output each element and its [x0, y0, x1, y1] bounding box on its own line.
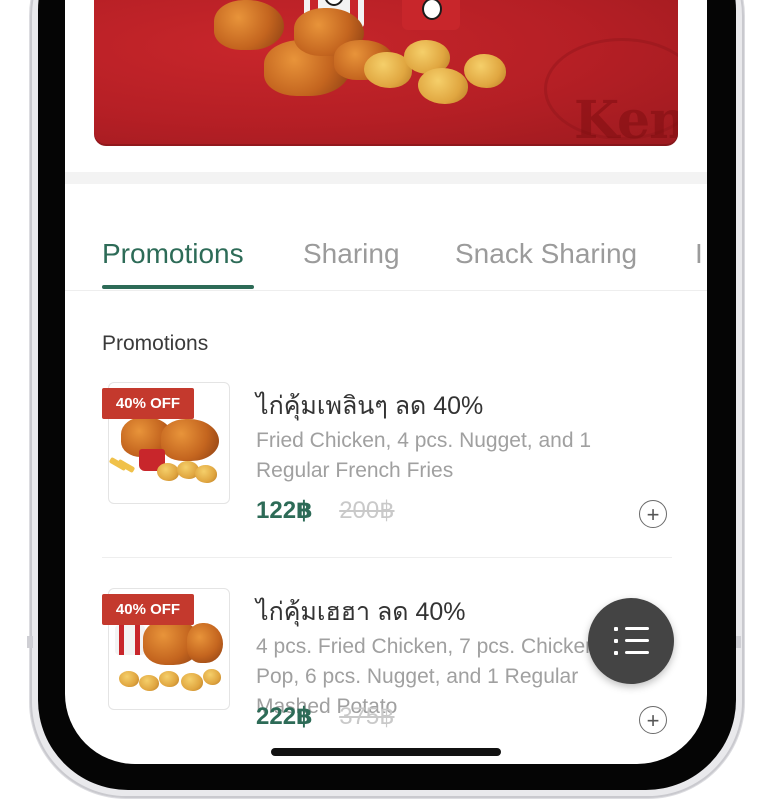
product-price: 122฿	[256, 497, 313, 524]
discount-badge: 40% OFF	[102, 594, 194, 625]
product-card[interactable]: 40% OFF ไก่คุ้มเพลินๆ ลด 40% Fried Chick…	[102, 382, 672, 542]
active-tab-indicator	[102, 285, 254, 289]
section-divider	[65, 172, 707, 184]
nugget-image	[464, 54, 506, 88]
tab-sharing[interactable]: Sharing	[303, 238, 400, 270]
product-price: 222฿	[256, 703, 313, 730]
tab-snack-sharing[interactable]: Snack Sharing	[455, 238, 637, 270]
list-divider	[102, 557, 672, 558]
price-row: 122฿ 200฿	[256, 496, 395, 525]
home-indicator[interactable]	[271, 748, 501, 756]
tab-promotions[interactable]: Promotions	[102, 238, 244, 270]
price-row: 222฿ 375฿	[256, 702, 395, 731]
product-name: ไก่คุ้มเพลินๆ ลด 40%	[256, 392, 484, 420]
discount-badge: 40% OFF	[102, 388, 194, 419]
tab-next-category[interactable]: I	[695, 238, 703, 270]
add-to-cart-button[interactable]: +	[639, 500, 667, 528]
promo-banner[interactable]: Ken	[94, 0, 678, 146]
fries-box-image	[402, 0, 460, 30]
product-card[interactable]: 40% OFF ไก่คุ้มเฮฮา ลด 40% 4 pcs. Fried …	[102, 588, 672, 748]
nugget-image	[418, 68, 468, 104]
phone-side-button-left	[27, 636, 33, 648]
fried-chicken-image	[214, 0, 284, 50]
original-price: 375฿	[339, 703, 395, 730]
banner-watermark: Ken	[574, 90, 678, 146]
plus-circle-icon: +	[646, 708, 660, 733]
section-heading: Promotions	[102, 332, 209, 355]
menu-fab-button[interactable]	[588, 598, 674, 684]
product-name: ไก่คุ้มเฮฮา ลด 40%	[256, 598, 466, 626]
app-screen: Ken Promotions Sharing Snack Sharing I P…	[65, 0, 707, 764]
category-tabs: Promotions Sharing Snack Sharing I	[65, 220, 707, 291]
add-to-cart-button[interactable]: +	[639, 706, 667, 734]
product-description: Fried Chicken, 4 pcs. Nugget, and 1 Regu…	[256, 429, 592, 482]
original-price: 200฿	[339, 497, 395, 524]
plus-circle-icon: +	[646, 502, 660, 527]
